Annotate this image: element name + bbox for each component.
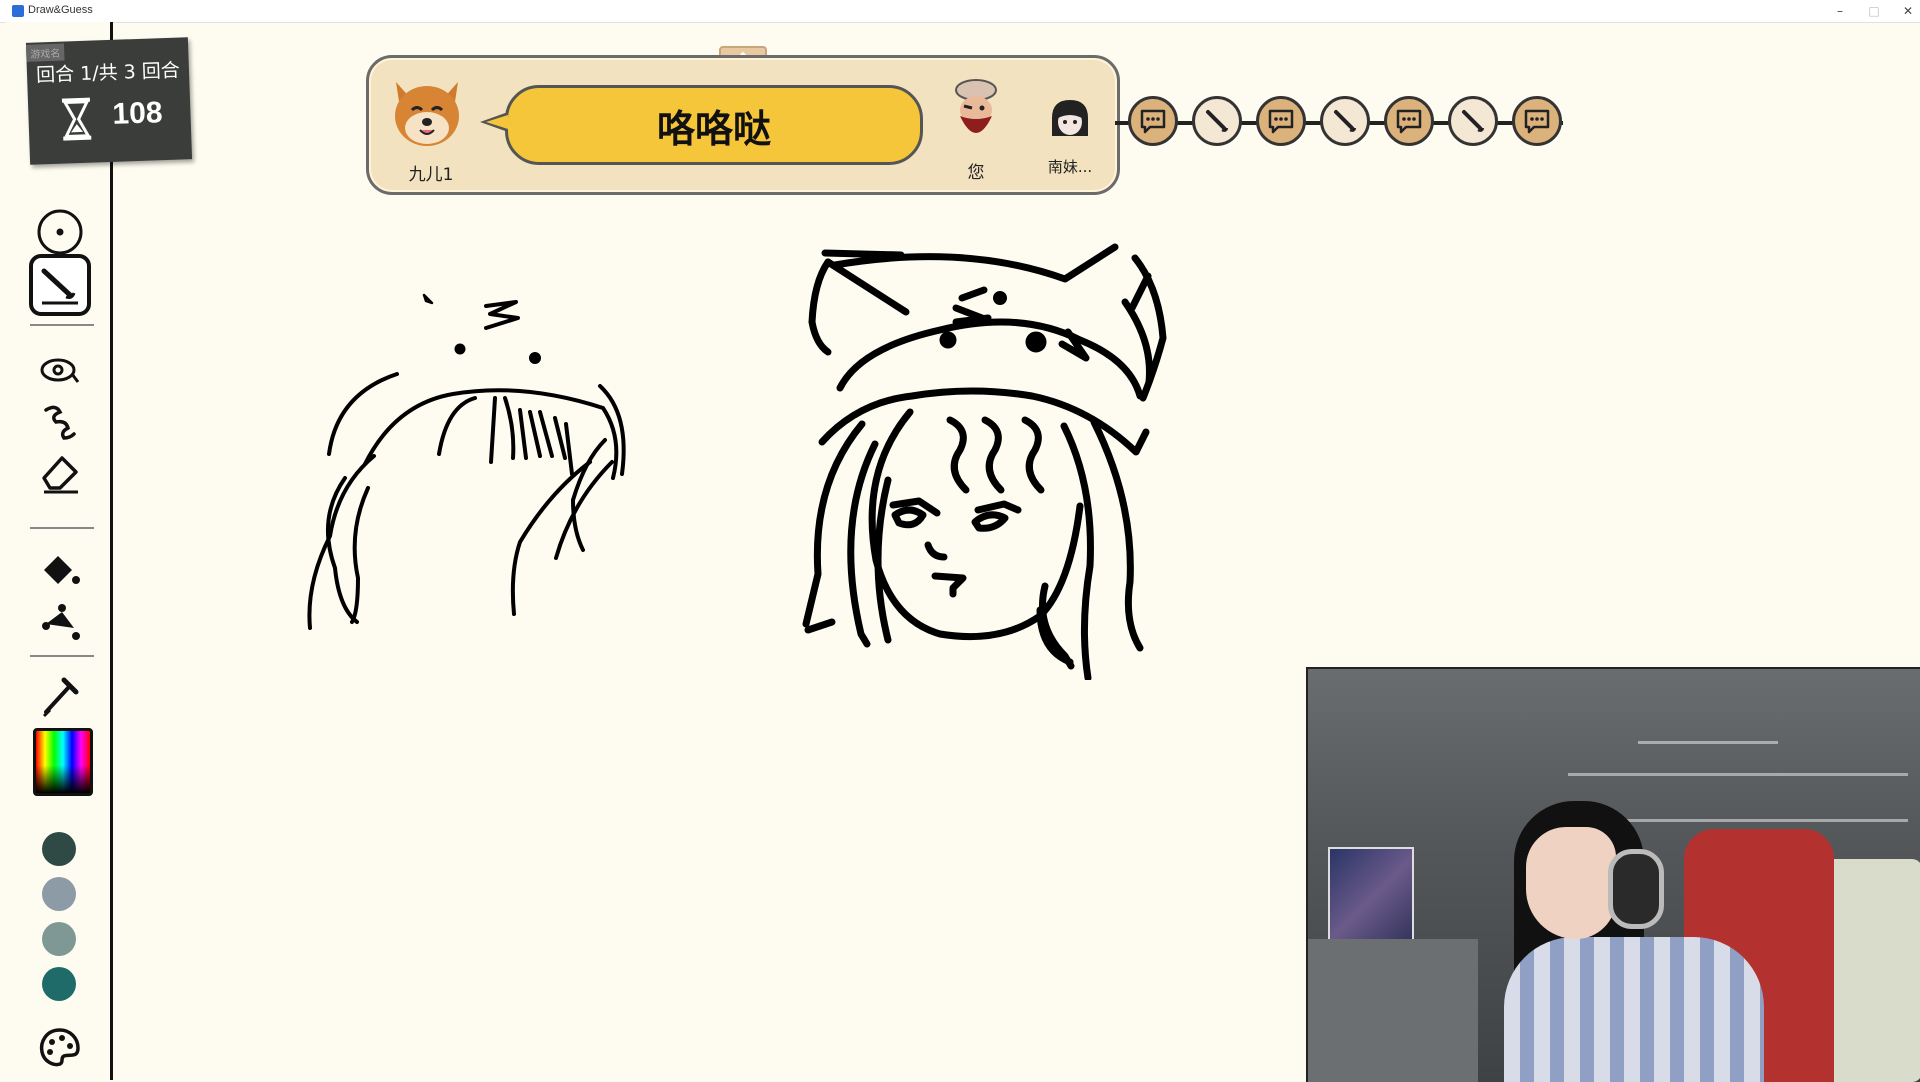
timer-value: 108 <box>111 96 164 131</box>
chat-bubble-icon <box>1524 109 1550 134</box>
turn-node-guess <box>1512 96 1562 146</box>
round-timer-card: 游戏名 回合 1/共 3 回合 108 <box>25 37 193 165</box>
sketch-hair <box>307 293 626 630</box>
eraser-icon <box>42 456 78 494</box>
webcam-overlay <box>1306 667 1920 1082</box>
bucket-tool[interactable] <box>32 542 88 598</box>
eyedropper-icon <box>42 677 79 718</box>
window-titlebar: Draw&Guess – □ ✕ <box>0 0 1920 23</box>
eyedropper-tool[interactable] <box>32 668 88 724</box>
turn-node-guess <box>1384 96 1434 146</box>
shape-tool[interactable] <box>32 594 88 650</box>
paint-bucket-icon <box>44 556 80 584</box>
shiba-avatar <box>395 82 459 146</box>
turn-node-guess <box>1128 96 1178 146</box>
brush-icon <box>41 268 78 305</box>
poster-image <box>1328 847 1414 953</box>
lasso-tool[interactable] <box>32 344 88 400</box>
lasso-icon <box>40 358 80 383</box>
toolbar-divider <box>30 655 94 657</box>
brush-icon <box>1206 110 1229 132</box>
chat-bubble-icon <box>1268 109 1294 134</box>
shape-icon <box>42 604 80 640</box>
round-counter: 回合 1/共 3 回合 <box>35 59 181 87</box>
color-swatch[interactable] <box>42 967 76 1001</box>
app-icon <box>12 5 24 17</box>
brush-size-icon <box>37 209 83 255</box>
pirate-avatar <box>955 79 997 133</box>
smudge-tool[interactable] <box>32 394 88 450</box>
guess-bubble: 咯咯哒 <box>505 85 923 165</box>
close-button[interactable]: ✕ <box>1890 1 1920 21</box>
turn-node-draw <box>1448 96 1498 146</box>
palette-tool[interactable] <box>32 1020 88 1076</box>
color-swatch[interactable] <box>42 832 76 866</box>
headphones <box>1608 849 1664 929</box>
player3-name: 南妹... <box>1047 158 1093 176</box>
guess-text: 咯咯哒 <box>656 106 771 151</box>
hourglass-icon <box>61 97 92 141</box>
brush-icon <box>1334 110 1357 132</box>
toolbar-divider <box>30 527 94 529</box>
brush-tool-selected[interactable] <box>29 254 91 316</box>
maximize-button[interactable]: □ <box>1856 1 1892 21</box>
window-title: Draw&Guess <box>28 4 93 16</box>
chat-bubble-icon <box>1396 109 1422 134</box>
color-swatch[interactable] <box>42 922 76 956</box>
chat-bubble-icon <box>1140 109 1166 134</box>
brush-size-tool[interactable] <box>32 204 88 260</box>
turn-node-draw <box>1192 96 1242 146</box>
color-swatch[interactable] <box>42 877 76 911</box>
minimize-button[interactable]: – <box>1822 1 1858 21</box>
brush-icon <box>1462 110 1485 132</box>
player3-avatar <box>1052 100 1088 136</box>
drawing-canvas[interactable] <box>113 180 1313 680</box>
turn-node-guess <box>1256 96 1306 146</box>
turn-node-draw <box>1320 96 1370 146</box>
tool-sidebar <box>6 22 113 1080</box>
toolbar-divider <box>30 324 94 326</box>
palette-icon <box>39 1028 80 1067</box>
sketch-girl <box>802 243 1167 680</box>
eraser-tool[interactable] <box>32 444 88 500</box>
color-gradient-picker[interactable] <box>33 728 93 796</box>
smudge-icon <box>44 405 76 440</box>
speech-pointer-fill <box>486 115 508 129</box>
